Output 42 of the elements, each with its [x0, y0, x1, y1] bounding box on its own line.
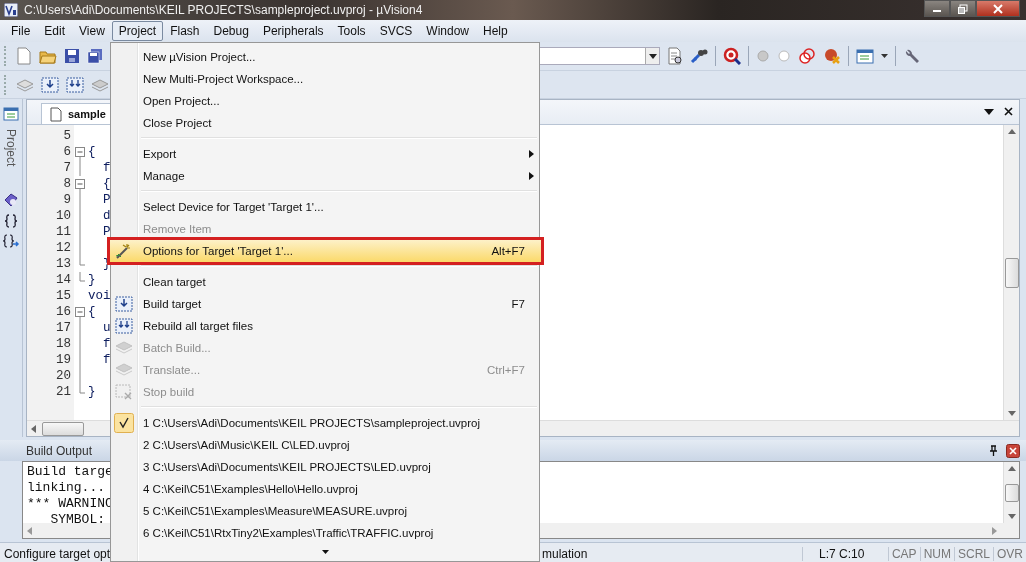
line-number: 21: [55, 385, 71, 399]
code-text: P: [102, 193, 111, 207]
key-indicator: CAP: [887, 546, 920, 561]
panel-title: Build Output: [26, 443, 93, 458]
status-text: mulation: [541, 546, 589, 561]
key-indicator: NUM: [919, 546, 954, 561]
output-line: SYMBOL:: [49, 512, 105, 523]
code-text: {: [88, 305, 96, 319]
line-number: 18: [55, 337, 71, 351]
code-text: f: [102, 337, 111, 351]
line-number: 8: [62, 177, 71, 191]
code-text: u: [102, 321, 111, 335]
cursor-position: L:7 C:10: [818, 546, 866, 561]
code-text: P: [102, 225, 111, 239]
code-text: }: [88, 273, 96, 287]
line-number: 20: [55, 369, 71, 383]
line-number: 9: [62, 193, 71, 207]
window-title: C:\Users\Adi\Documents\KEIL PROJECTS\sampleproject.uvproj - µVision4: [24, 3, 423, 17]
code-text: {: [88, 145, 96, 159]
line-number: 19: [55, 353, 71, 367]
output-line: linking...: [27, 480, 105, 496]
code-text: f: [102, 161, 111, 175]
line-number: 17: [55, 321, 71, 335]
line-number: 10: [55, 209, 71, 223]
code-text: {: [102, 177, 111, 191]
key-indicator: SCRL: [953, 546, 993, 561]
line-number: 6: [62, 145, 71, 159]
code-text: d: [102, 209, 111, 223]
line-number: 14: [55, 273, 71, 287]
line-number: 15: [55, 289, 71, 303]
line-number: 12: [55, 241, 71, 255]
line-number: 16: [55, 305, 71, 319]
line-number: 7: [62, 161, 71, 175]
line-number: 11: [55, 225, 71, 239]
output-line: *** WARNINC: [27, 496, 113, 512]
status-text: Configure target opt: [3, 546, 112, 561]
code-text: }: [88, 385, 96, 399]
code-text: voi: [88, 289, 111, 303]
code-text: f: [102, 353, 111, 367]
key-indicator: OVR: [993, 546, 1026, 561]
line-number: 5: [62, 129, 71, 143]
line-number: 13: [55, 257, 71, 271]
